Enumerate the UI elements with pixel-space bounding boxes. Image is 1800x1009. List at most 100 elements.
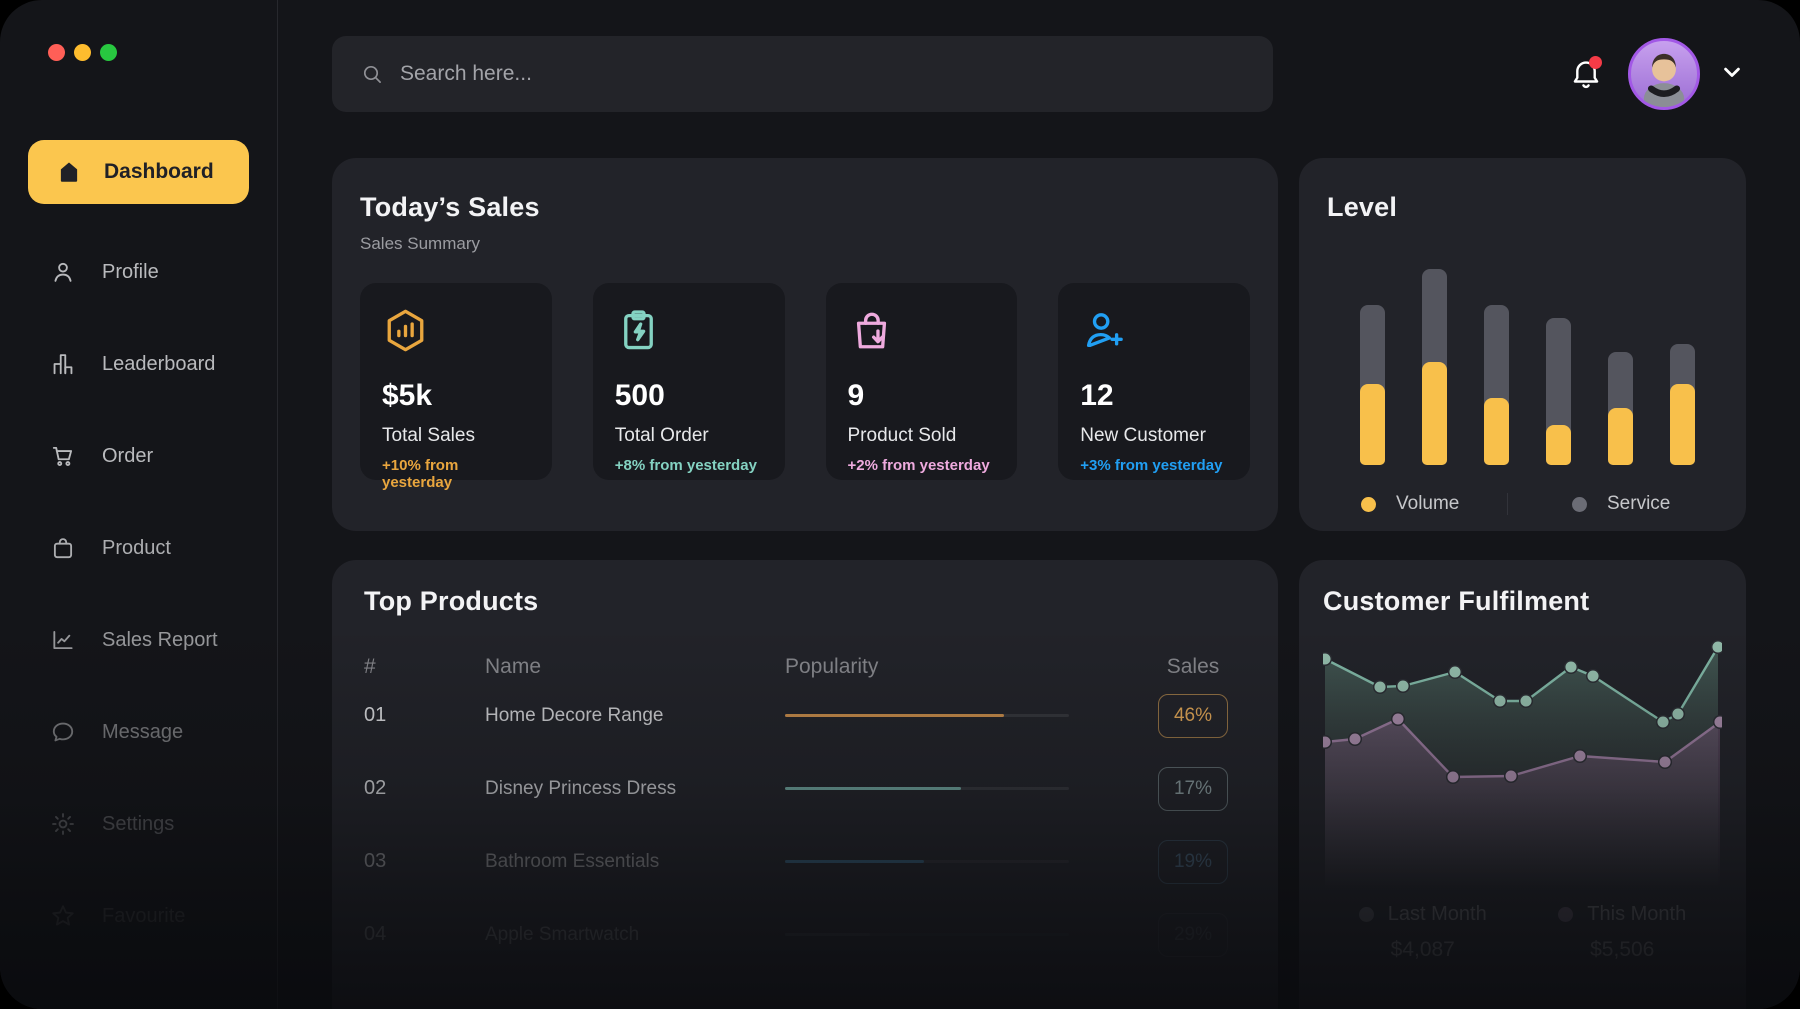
stat-value: 500 [615,379,763,413]
volume-segment [1608,408,1633,465]
stat-value: 12 [1080,379,1228,413]
search-input[interactable] [400,62,1245,86]
zoom-window-button[interactable] [100,44,117,61]
level-bar [1360,267,1385,465]
popularity-bar [785,933,1069,936]
stat-label: Total Sales [382,425,530,447]
sidebar-item-settings[interactable]: Settings [0,804,277,844]
clipboard-bolt-icon [615,307,662,354]
popularity-fill [785,933,870,936]
fulfilment-area-chart [1323,639,1722,889]
table-row[interactable]: 01Home Decore Range46% [364,679,1228,752]
level-card: Level Volume Service [1299,158,1746,531]
customer-fulfilment-card: Customer Fulfilment Last Month $4,087 Th [1299,560,1746,1009]
level-bar [1670,267,1695,465]
star-icon [50,903,76,929]
stat-label: Total Order [615,425,763,447]
table-row[interactable]: 04Apple Smartwatch29% [364,898,1228,971]
minimize-window-button[interactable] [74,44,91,61]
notifications-button[interactable] [1568,55,1604,93]
product-name: Home Decore Range [485,705,785,727]
product-name: Bathroom Essentials [485,851,785,873]
main-area: Today’s Sales Sales Summary $5kTotal Sal… [278,0,1800,1009]
profile-icon [50,259,76,285]
header-sales: Sales [1158,655,1228,679]
gear-icon [50,811,76,837]
hexagon-chart-icon [382,307,429,354]
search-bar[interactable] [332,36,1273,112]
popularity-bar [785,714,1069,717]
stat-card[interactable]: 500Total Order+8% from yesterday [593,283,785,480]
chevron-down-icon [1718,58,1746,86]
popularity-fill [785,787,961,790]
stat-card[interactable]: 12New Customer+3% from yesterday [1058,283,1250,480]
sidebar-item-product[interactable]: Product [0,528,277,568]
window-controls [0,44,277,61]
line-chart-icon [50,627,76,653]
header-num: # [364,655,485,679]
stat-card[interactable]: 9 Product Sold +2% from yesterday [826,283,1018,480]
sidebar-item-order[interactable]: Order [0,436,277,476]
profile-menu-button[interactable] [1718,58,1746,91]
level-legend: Volume Service [1327,483,1718,525]
header-popularity: Popularity [785,655,1158,679]
service-label: Service [1607,493,1670,515]
table-body: 01Home Decore Range46%02Disney Princess … [364,679,1228,971]
sidebar-item-label: Message [102,721,183,744]
table-row[interactable]: 02Disney Princess Dress17% [364,752,1228,825]
volume-segment [1360,384,1385,465]
sidebar-item-label: Profile [102,261,159,284]
product-rank: 04 [364,923,485,946]
stat-delta: +2% from yesterday [848,457,996,474]
legend-this-month: This Month $5,506 [1523,903,1723,962]
legend-volume: Volume [1327,493,1507,515]
service-dot [1572,497,1587,512]
stat-label: Product Sold [848,425,996,447]
sidebar-item-dashboard[interactable]: Dashboard [28,140,249,204]
message-icon [50,719,76,745]
header-name: Name [485,655,785,679]
product-rank: 01 [364,704,485,727]
bag-icon [50,535,76,561]
volume-segment [1670,384,1695,465]
todays-sales-card: Today’s Sales Sales Summary $5kTotal Sal… [332,158,1278,531]
table-row[interactable]: 03Bathroom Essentials19% [364,825,1228,898]
sidebar-items: Profile Leaderboard Order Product Sales Repo… [0,252,277,936]
level-bar [1484,267,1509,465]
top-products-card: Top Products # Name Popularity Sales 01H… [332,560,1278,1009]
sidebar-item-sales-report[interactable]: Sales Report [0,620,277,660]
stat-delta: +10% from yesterday [382,457,530,491]
close-window-button[interactable] [48,44,65,61]
fulfilment-legend: Last Month $4,087 This Month $5,506 [1323,903,1722,962]
stat-value: $5k [382,379,530,413]
sales-badge: 29% [1158,913,1228,957]
legend-service: Service [1507,493,1718,515]
volume-segment [1484,398,1509,465]
sidebar-item-label: Dashboard [104,160,214,184]
level-bar [1422,267,1447,465]
top-products-title: Top Products [364,586,1228,617]
stat-card[interactable]: $5kTotal Sales+10% from yesterday [360,283,552,480]
table-header: # Name Popularity Sales [364,655,1228,679]
stat-value: 9 [848,379,996,413]
topbar-right [1568,38,1746,110]
product-rank: 02 [364,777,485,800]
sidebar-item-label: Leaderboard [102,353,215,376]
topbar [332,36,1746,112]
popularity-bar [785,787,1069,790]
avatar[interactable] [1628,38,1700,110]
sidebar-item-profile[interactable]: Profile [0,252,277,292]
sidebar-item-leaderboard[interactable]: Leaderboard [0,344,277,384]
this-month-dot [1558,907,1573,922]
sidebar-item-favourite[interactable]: Favourite [0,896,277,936]
todays-sales-title: Today’s Sales [360,192,1250,223]
stat-delta: +3% from yesterday [1080,457,1228,474]
sidebar-item-label: Favourite [102,905,185,928]
sidebar-item-label: Order [102,445,153,468]
cart-icon [50,443,76,469]
sidebar: Dashboard Profile Leaderboard Order Product S… [0,0,278,1009]
sidebar-item-label: Settings [102,813,174,836]
sidebar-item-message[interactable]: Message [0,712,277,752]
volume-label: Volume [1396,493,1459,515]
last-month-dot [1359,907,1374,922]
